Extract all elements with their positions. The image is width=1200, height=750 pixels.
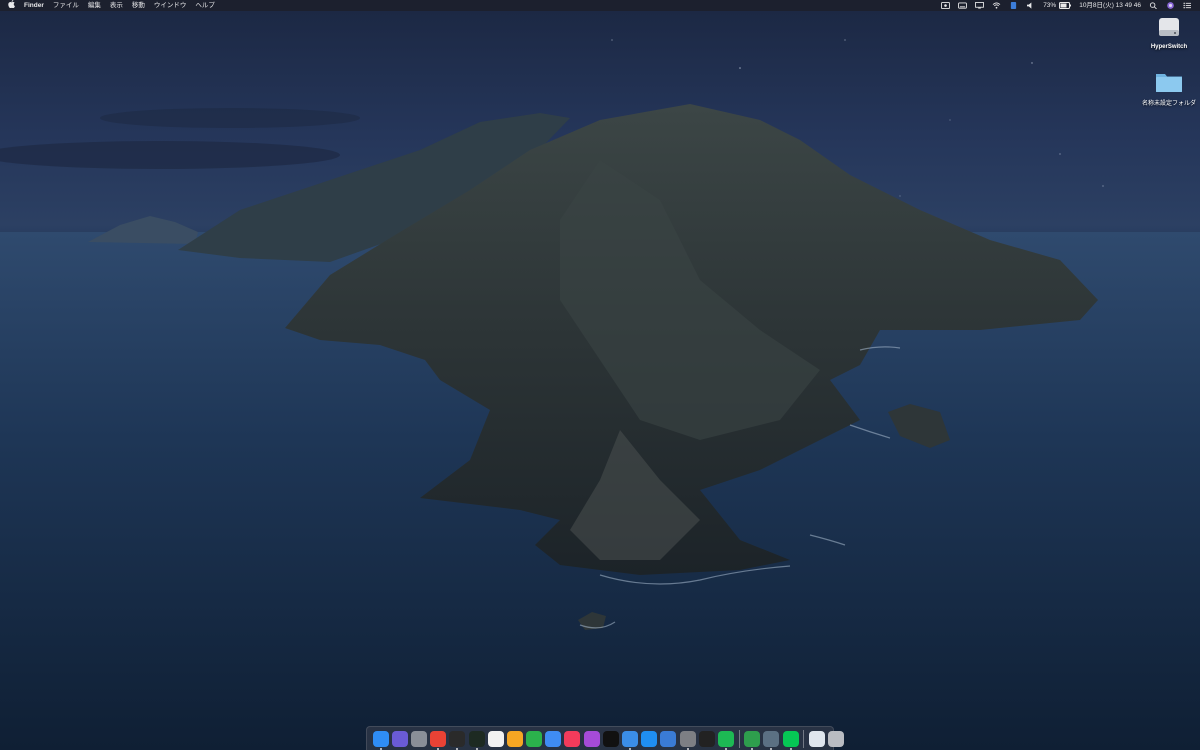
dock-apple-tv-icon[interactable] (602, 730, 619, 747)
wallpaper-image (0, 39, 1200, 750)
dock-keynote-icon[interactable] (545, 730, 562, 747)
running-indicator (770, 747, 773, 750)
dock-iterm-icon[interactable] (468, 730, 485, 750)
apple-logo-icon (8, 0, 15, 8)
dock-chrome-icon[interactable] (430, 730, 447, 750)
menu-bar: Finder ファイル 編集 表示 移動 ウインドウ ヘルプ 73% 10月8日… (0, 0, 1200, 11)
dock-music-icon[interactable] (564, 730, 581, 747)
dock-system-preferences-icon[interactable] (679, 730, 696, 750)
dock-siri-icon[interactable] (391, 730, 408, 747)
wifi-icon[interactable] (992, 2, 1001, 9)
running-indicator (724, 747, 727, 750)
menu-window[interactable]: ウインドウ (154, 0, 187, 11)
keyboard-icon[interactable] (958, 2, 968, 9)
dock-launchpad-icon[interactable] (410, 730, 427, 747)
spotlight-search-icon[interactable] (1149, 2, 1158, 9)
dock-spotify-icon[interactable] (717, 730, 734, 750)
dock-intellij-icon[interactable] (449, 730, 466, 750)
running-indicator (437, 747, 440, 750)
notification-center-icon[interactable] (1183, 2, 1192, 9)
running-indicator (686, 747, 689, 750)
battery-percentage[interactable]: 73% (1043, 0, 1056, 11)
dock-separator (803, 729, 805, 748)
dock-line-icon[interactable] (782, 730, 799, 750)
menu-edit[interactable]: 編集 (88, 0, 101, 11)
display-icon[interactable] (975, 2, 985, 9)
dock-xcode-instruments-icon[interactable] (660, 730, 677, 747)
dock-pages-icon[interactable] (506, 730, 523, 747)
siri-icon[interactable] (1166, 2, 1175, 9)
dock-numbers-icon[interactable] (526, 730, 543, 747)
desktop-icon-folder[interactable]: 名称未設定フォルダ (1134, 68, 1200, 107)
running-indicator (379, 747, 382, 750)
running-indicator (475, 747, 478, 750)
menu-app-name[interactable]: Finder (24, 0, 44, 11)
clock[interactable]: 10月8日(火) 13 49 46 (1079, 0, 1141, 11)
desktop-icon-hyperswitch[interactable]: HyperSwitch (1134, 14, 1200, 50)
dock-money-app-icon[interactable] (744, 730, 761, 750)
dock-trash-icon[interactable] (827, 730, 844, 747)
menu-file[interactable]: ファイル (53, 0, 79, 11)
desktop[interactable]: Finder ファイル 編集 表示 移動 ウインドウ ヘルプ 73% 10月8日… (0, 0, 1200, 750)
running-indicator (789, 747, 792, 750)
menu-view[interactable]: 表示 (110, 0, 123, 11)
dock-app-store-icon[interactable] (641, 730, 658, 747)
input-method-icon[interactable] (1009, 2, 1018, 9)
dock (366, 726, 844, 750)
dock-finder-icon[interactable] (372, 730, 389, 750)
desktop-icon-label: 名称未設定フォルダ (1141, 101, 1196, 107)
running-indicator (456, 747, 459, 750)
apple-menu[interactable] (8, 0, 15, 12)
dock-documents-stack-icon[interactable] (808, 730, 825, 747)
menu-help[interactable]: ヘルプ (195, 0, 215, 11)
running-indicator (629, 747, 632, 750)
drive-icon (1159, 18, 1179, 36)
dock-separator (738, 729, 740, 748)
running-indicator (751, 747, 754, 750)
desktop-icon-label: HyperSwitch (1150, 44, 1188, 50)
dock-podcasts-icon[interactable] (583, 730, 600, 747)
dock-maps-icon[interactable] (622, 730, 639, 750)
screen-capture-icon[interactable] (941, 2, 951, 9)
menu-go[interactable]: 移動 (132, 0, 145, 11)
dock-terminal-icon[interactable] (698, 730, 715, 747)
volume-icon[interactable] (1026, 2, 1035, 9)
folder-icon (1156, 74, 1182, 92)
dock-calendar-icon[interactable] (487, 730, 504, 747)
battery-icon[interactable] (1059, 2, 1072, 9)
dock-ticket-app-icon[interactable] (763, 730, 780, 750)
